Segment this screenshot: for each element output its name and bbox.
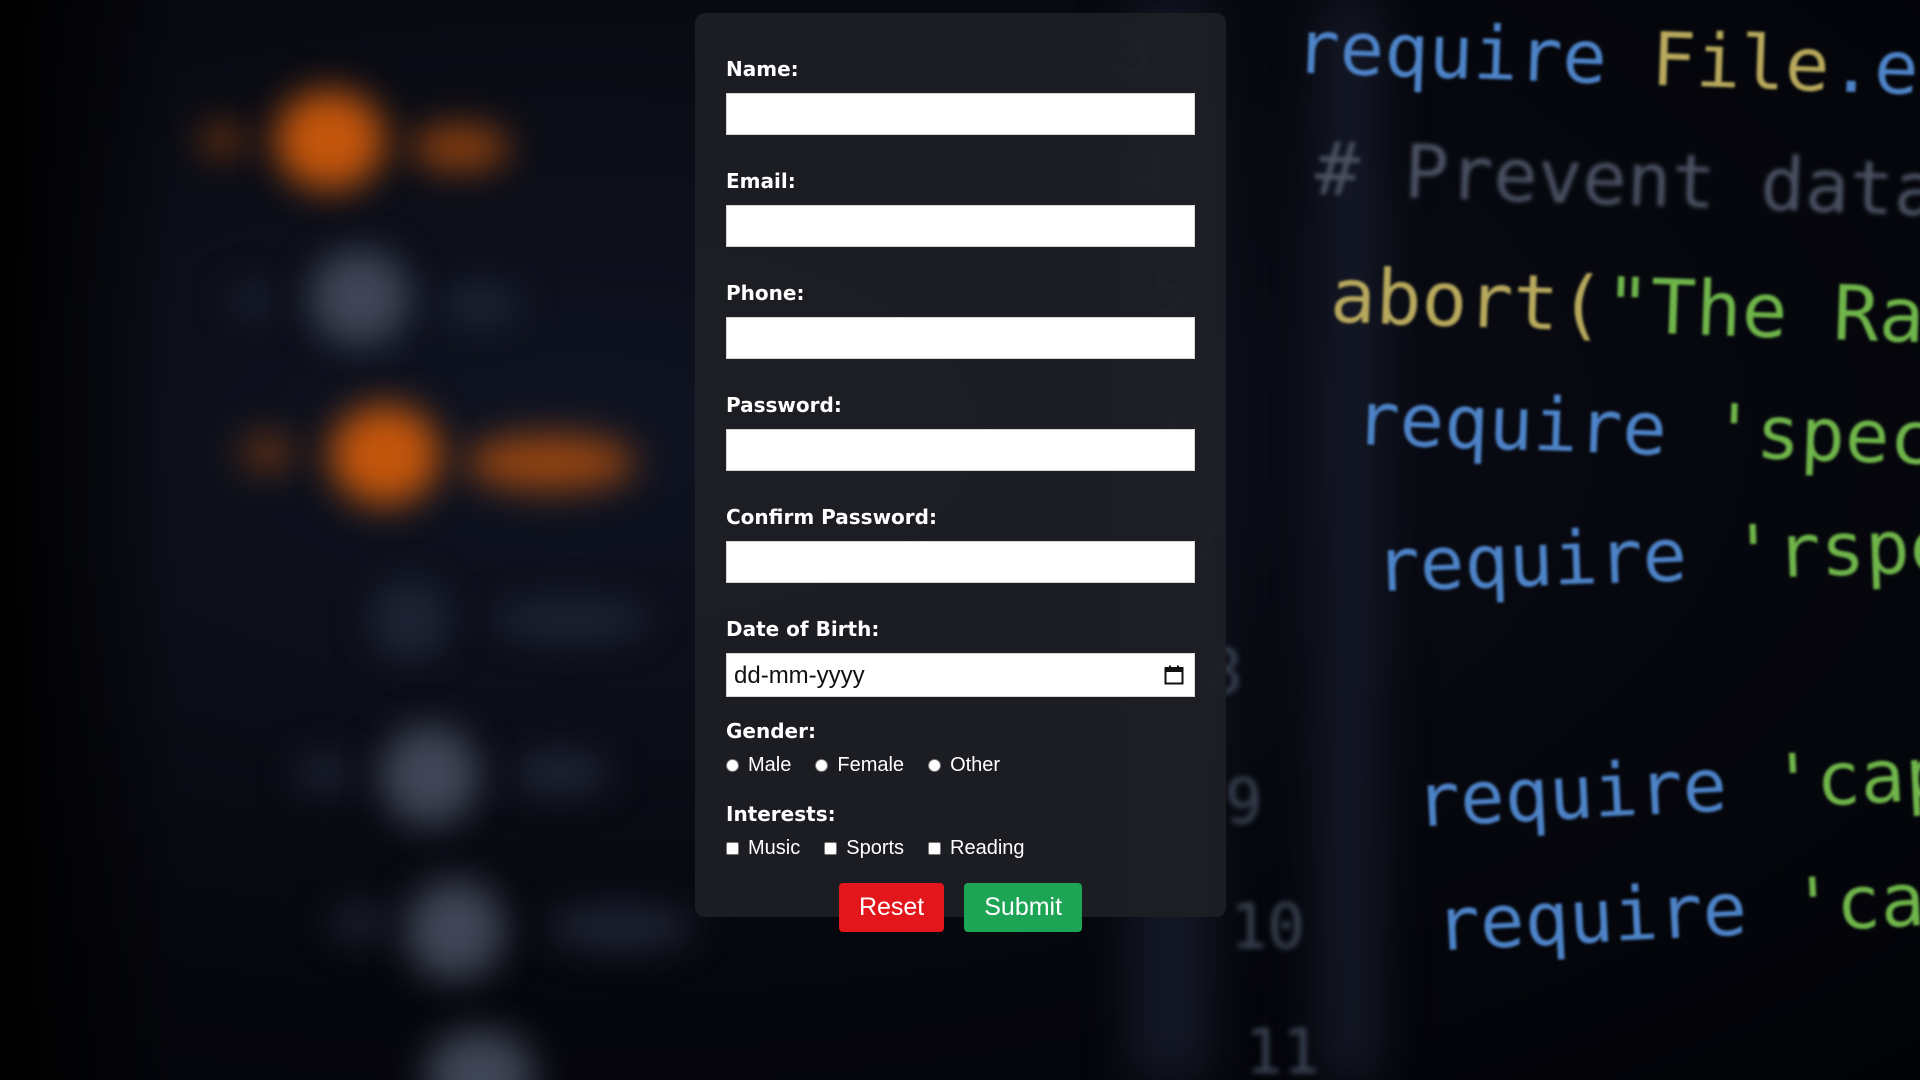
interest-option-label: Sports [846,836,905,859]
line-number: 11 [1245,1015,1320,1080]
checkbox[interactable] [824,841,838,855]
gender-option-label: Male [748,753,792,776]
gender-options: Male Female Other [726,752,1195,778]
interest-options: Music Sports Reading [726,835,1195,861]
blurred-text [330,905,390,940]
email-input[interactable] [726,205,1195,247]
interest-option-label: Music [748,836,801,859]
blurred-text [295,755,355,790]
code-token: require [1353,376,1713,475]
code-line: require File.expand_ [1294,4,1920,121]
code-token: 'capybar [1769,721,1920,826]
code-token: File [1649,16,1832,110]
code-token: 'capyba [1789,847,1920,950]
blurred-icon [330,405,440,505]
code-line: require 'capybar [1413,721,1920,844]
code-line: require 'capyba [1433,848,1920,969]
blurred-text [545,905,695,950]
dob-placeholder: dd-mm-yyyy [734,662,865,689]
form-actions: Reset Submit [726,883,1195,932]
radio-button[interactable] [928,758,942,772]
password-label: Password: [726,393,842,417]
code-token: # Prevent database [1313,126,1920,240]
blurred-icon [405,880,505,980]
gender-option-male[interactable]: Male [726,754,791,777]
confirm-password-label: Confirm Password: [726,505,937,529]
code-token: abort( [1328,250,1607,350]
blurred-icon [370,580,450,660]
interest-option-music[interactable]: Music [726,837,800,860]
blurred-icon [380,725,480,825]
checkbox[interactable] [726,841,739,855]
code-line: require 'rspec/ra [1374,497,1920,609]
code-line: # Prevent database [1314,126,1920,240]
gender-label: Gender: [726,719,816,743]
blurred-text [440,285,520,325]
blurred-icon [425,1030,535,1080]
interest-option-sports[interactable]: Sports [824,837,904,860]
code-token: require [1373,510,1733,610]
interest-option-label: Reading [950,836,1025,859]
blurred-icon [275,90,385,190]
line-number: 9 [1225,765,1263,838]
blurred-text [240,435,295,470]
code-line: abort("The Rails e [1329,251,1920,369]
dob-input[interactable]: dd-mm-yyyy [726,653,1195,697]
blurred-text [490,600,650,640]
phone-label: Phone: [726,281,805,305]
name-input[interactable] [726,93,1195,135]
code-line: require 'spec_help [1354,376,1920,490]
phone-input[interactable] [726,317,1195,359]
blurred-text [410,125,510,170]
checkbox[interactable] [928,841,942,855]
calendar-icon[interactable] [1164,665,1184,685]
code-token: .expand_ [1828,23,1920,122]
gender-option-female[interactable]: Female [815,754,904,777]
line-number: 10 [1230,890,1305,963]
code-token: require [1433,863,1794,969]
dob-label: Date of Birth: [726,617,880,641]
blurred-text [230,285,275,315]
radio-button[interactable] [815,758,829,772]
code-token: require [1413,740,1774,845]
radio-button[interactable] [726,758,739,772]
blurred-text [200,125,245,155]
registration-form: Name: Email: Phone: Password: Confirm Pa… [695,13,1226,932]
gender-option-label: Female [837,753,905,776]
interest-option-reading[interactable]: Reading [928,837,1025,860]
blurred-icon [310,250,410,345]
submit-button[interactable]: Submit [964,883,1083,932]
gender-option-label: Other [950,753,1001,776]
confirm-password-input[interactable] [726,541,1195,583]
blurred-text [510,750,610,795]
code-token: "The Rails e [1603,260,1920,368]
background-shadow [0,0,180,1080]
email-label: Email: [726,169,796,193]
code-token: require [1293,4,1653,103]
code-token: 'spec_help [1709,388,1920,490]
reset-button[interactable]: Reset [838,883,945,932]
code-token: 'rspec/ra [1729,496,1920,597]
interests-label: Interests: [726,802,836,826]
password-input[interactable] [726,429,1195,471]
gender-option-other[interactable]: Other [928,754,1000,777]
name-label: Name: [726,57,799,81]
blurred-text [465,435,635,490]
